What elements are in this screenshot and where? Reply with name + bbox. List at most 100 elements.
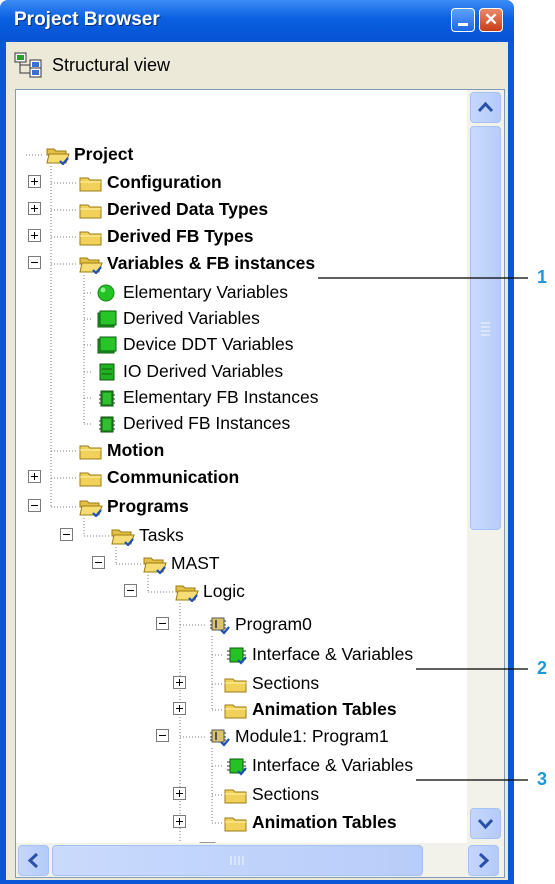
view-selector[interactable]: Structural view xyxy=(6,42,508,88)
collapse-icon[interactable] xyxy=(28,499,41,512)
folder-open-icon xyxy=(79,257,103,274)
client-area: Structural view Project Configuration Deri… xyxy=(6,42,508,880)
tree-item[interactable]: Program0 xyxy=(16,612,466,638)
tree-item-label: Interface & Variables xyxy=(252,755,414,775)
tree-item-label: Animation Tables xyxy=(252,699,397,719)
tree-item-label: Configuration xyxy=(107,172,222,192)
green-chip-icon xyxy=(227,647,247,665)
tree-item[interactable]: Animation Tables xyxy=(16,810,466,836)
close-button[interactable]: ✕ xyxy=(479,8,503,32)
tree-item-label: Animation Tables xyxy=(252,812,397,832)
horizontal-scroll-thumb[interactable] xyxy=(52,845,423,876)
callout-number: 1 xyxy=(537,267,548,287)
title-bar[interactable]: Project Browser ✕ xyxy=(0,0,514,42)
tree-item[interactable]: IO Derived Variables xyxy=(16,359,466,385)
tree-item[interactable]: Variables & FB instances xyxy=(16,251,466,277)
tree-item[interactable]: Logic xyxy=(16,579,466,605)
tree-item-label: IO Derived Variables xyxy=(123,361,284,381)
expand-icon[interactable] xyxy=(28,175,41,188)
tree-item-label: Sections xyxy=(252,673,320,693)
scroll-left-button[interactable] xyxy=(18,845,49,876)
folder-icon xyxy=(224,789,247,804)
tree-item-label: Motion xyxy=(107,440,165,460)
tree-item[interactable]: Interface & Variables xyxy=(16,642,466,668)
folder-open-icon xyxy=(79,500,103,517)
tree-item[interactable]: Device DDT Variables xyxy=(16,332,466,358)
tree-item-label: Tasks xyxy=(139,525,184,545)
tree-item[interactable]: Tasks xyxy=(16,523,466,549)
chevron-right-icon xyxy=(478,852,490,869)
tree-item[interactable]: Communication xyxy=(16,465,466,491)
expand-icon[interactable] xyxy=(28,229,41,242)
tree-item-label: MAST xyxy=(171,553,220,573)
chevron-up-icon xyxy=(477,101,494,113)
tree-item[interactable]: Derived FB Instances xyxy=(16,411,466,437)
tree-item-label: Interface & Variables xyxy=(252,644,414,664)
svg-text:ST: ST xyxy=(202,877,214,878)
tree-item[interactable]: Animation Tables xyxy=(16,697,466,723)
tree-item[interactable]: Configuration xyxy=(16,170,466,196)
tree-item[interactable]: Module1: Program1 xyxy=(16,724,466,750)
program-chip-icon xyxy=(210,617,230,635)
program-chip-icon xyxy=(210,729,230,747)
minimize-button[interactable] xyxy=(451,8,475,32)
tree-item[interactable]: Elementary Variables xyxy=(16,280,466,306)
structural-view-icon xyxy=(14,52,42,78)
tree-item-label: Program0 xyxy=(235,614,312,634)
tree-item[interactable]: Sections xyxy=(16,782,466,808)
expand-icon[interactable] xyxy=(173,676,186,689)
tree-item[interactable]: Interface & Variables xyxy=(16,753,466,779)
tree-item-label: Sections xyxy=(252,784,320,804)
tree-item[interactable]: Derived FB Types xyxy=(16,224,466,250)
folder-icon xyxy=(79,472,102,487)
tree-item-label: Elementary Variables xyxy=(123,282,289,302)
expand-icon[interactable] xyxy=(173,787,186,800)
fb-block-icon xyxy=(99,416,115,433)
scroll-down-button[interactable] xyxy=(470,808,501,839)
green-circle-icon xyxy=(97,284,115,302)
project-browser-window: Project Browser ✕ Structural view Projec… xyxy=(0,0,514,884)
green-block-icon xyxy=(97,336,117,354)
folder-icon xyxy=(79,204,102,219)
tree-item[interactable]: Derived Data Types xyxy=(16,197,466,223)
tree-item[interactable]: MAST xyxy=(16,551,466,577)
view-label: Structural view xyxy=(52,55,171,75)
horizontal-scrollbar[interactable] xyxy=(16,843,504,877)
expand-icon[interactable] xyxy=(173,815,186,828)
folder-icon xyxy=(224,678,247,693)
collapse-icon[interactable] xyxy=(60,528,73,541)
io-block-icon xyxy=(99,363,115,381)
tree-item[interactable]: Motion xyxy=(16,438,466,464)
expand-icon[interactable] xyxy=(28,202,41,215)
tree-item[interactable]: Derived Variables xyxy=(16,306,466,332)
tree-item[interactable]: Sections xyxy=(16,671,466,697)
expand-icon[interactable] xyxy=(173,702,186,715)
folder-open-icon xyxy=(175,585,199,602)
collapse-icon[interactable] xyxy=(92,556,105,569)
collapse-icon[interactable] xyxy=(124,584,137,597)
grip-icon xyxy=(481,322,490,336)
callout-number: 2 xyxy=(537,658,548,678)
green-chip-icon xyxy=(227,758,247,776)
project-tree[interactable]: Project Configuration Derived Data Types De… xyxy=(15,89,505,878)
collapse-icon[interactable] xyxy=(156,617,169,630)
tree-item-label: Derived FB Instances xyxy=(123,413,291,433)
grip-icon xyxy=(230,856,244,865)
tree-item-label: Derived Data Types xyxy=(107,199,269,219)
tree-item[interactable]: Elementary FB Instances xyxy=(16,385,466,411)
collapse-icon[interactable] xyxy=(28,256,41,269)
scroll-right-button[interactable] xyxy=(468,845,499,876)
tree-item[interactable]: Programs xyxy=(16,494,466,520)
tree-item-label: Elementary FB Instances xyxy=(123,387,319,407)
callout-number: 3 xyxy=(537,769,548,789)
tree-item-label: Derived Variables xyxy=(123,308,260,328)
folder-icon xyxy=(79,445,102,460)
vertical-scrollbar[interactable] xyxy=(467,90,504,877)
tree-item[interactable]: Project xyxy=(16,142,466,168)
tree-item-label: Communication xyxy=(107,467,240,487)
expand-icon[interactable] xyxy=(28,470,41,483)
tree-item-label: Module1: Program1 xyxy=(235,726,389,746)
collapse-icon[interactable] xyxy=(156,729,169,742)
scroll-up-button[interactable] xyxy=(470,92,501,123)
vertical-scroll-thumb[interactable] xyxy=(470,126,501,530)
